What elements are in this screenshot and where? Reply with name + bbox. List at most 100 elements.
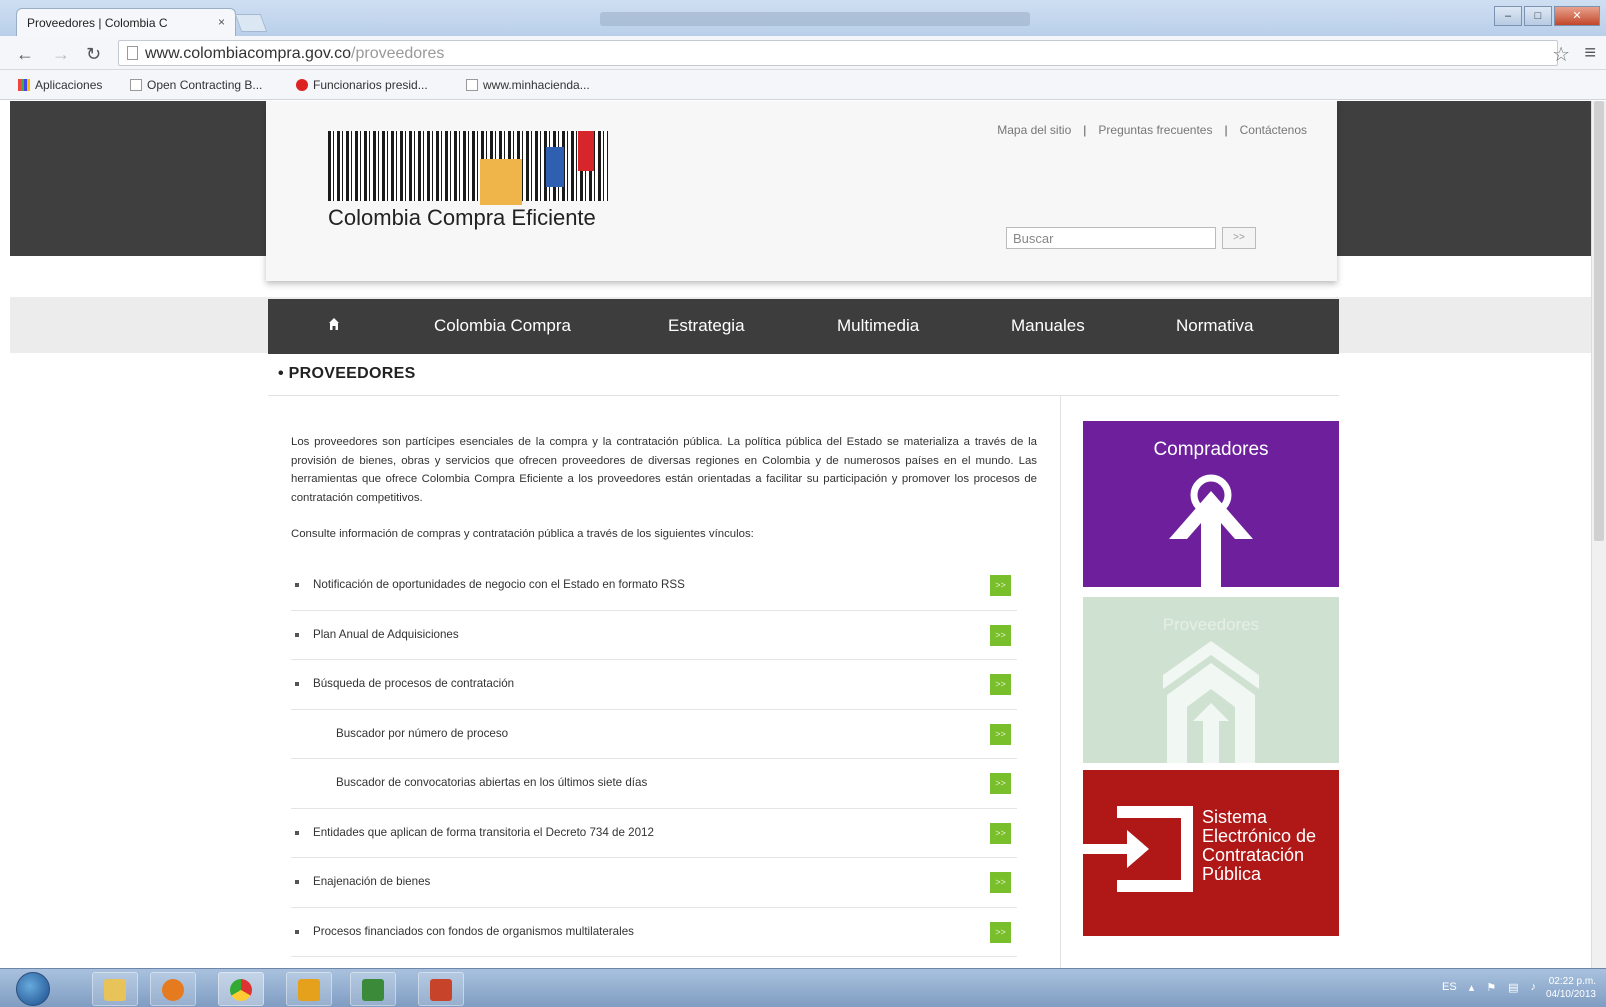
link-faq[interactable]: Preguntas frecuentes [1098,123,1212,137]
page-icon [130,79,142,91]
barcode-graphic [328,131,608,201]
page-title: • PROVEEDORES [278,365,416,382]
supplier-house-icon [1163,641,1259,763]
list-item[interactable]: Notificación de oportunidades de negocio… [291,561,1017,611]
window-controls: – □ ✕ [1494,6,1600,26]
enter-arrow-icon [1083,806,1193,892]
address-bar: ← → ↻ www.colombiacompra.gov.co/proveedo… [0,36,1606,70]
list-item[interactable]: Buscador por número de proceso >> [291,710,1017,759]
link-label[interactable]: Plan Anual de Adquisiciones [313,628,459,641]
bookmark-label: www.minhacienda... [483,78,590,92]
bookmark-funcionarios[interactable]: Funcionarios presid... [296,78,428,92]
link-contact[interactable]: Contáctenos [1240,123,1307,137]
new-tab-button[interactable] [234,14,268,32]
bookmark-label: Funcionarios presid... [313,78,428,92]
link-label[interactable]: Buscador por número de proceso [336,727,508,740]
buyer-arrow-icon [1169,474,1253,587]
tab-close-icon[interactable]: × [218,15,225,29]
list-item[interactable]: Entidades que aplican de forma transitor… [291,809,1017,858]
url-field[interactable]: www.colombiacompra.gov.co/proveedores [118,40,1558,66]
clock-time: 02:22 p.m. [1548,976,1596,987]
go-arrow-icon[interactable]: >> [990,575,1011,596]
list-item[interactable]: Buscador de convocatorias abiertas en lo… [291,759,1017,809]
link-label[interactable]: Notificación de oportunidades de negocio… [313,578,685,591]
link-label[interactable]: Procesos financiados con fondos de organ… [313,925,634,938]
taskbar-powerpoint[interactable] [418,972,464,1006]
link-label[interactable]: Entidades que aplican de forma transitor… [313,826,654,839]
site-logo[interactable]: Colombia Compra Eficiente [328,131,618,241]
tray-expand-icon[interactable]: ▴ [1469,981,1475,994]
main-nav: Colombia Compra Estrategia Multimedia Ma… [268,299,1339,354]
list-item[interactable]: Procesos financiados con fondos de organ… [291,908,1017,957]
network-icon[interactable]: ▤ [1508,981,1518,994]
nav-normativa[interactable]: Normativa [1176,316,1253,336]
go-arrow-icon[interactable]: >> [990,723,1011,745]
circle-icon [296,79,308,91]
nav-multimedia[interactable]: Multimedia [837,316,919,336]
bookmark-minhacienda[interactable]: www.minhacienda... [466,78,590,92]
search-button[interactable]: >> [1222,227,1256,249]
tile-proveedores[interactable]: Proveedores [1083,597,1339,763]
language-indicator[interactable]: ES [1442,981,1457,994]
start-button[interactable] [16,972,50,1006]
bookmarks-bar: Aplicaciones Open Contracting B... Funci… [0,70,1606,100]
page-icon [127,46,138,60]
volume-icon[interactable]: ♪ [1531,981,1537,994]
flag-icon[interactable]: ⚑ [1486,981,1496,994]
powerpoint-icon [430,979,452,1001]
home-icon[interactable] [328,317,340,331]
go-arrow-icon[interactable]: >> [990,674,1011,695]
clock[interactable]: 02:22 p.m. 04/10/2013 [1546,975,1596,1001]
bookmark-open-contracting[interactable]: Open Contracting B... [130,78,262,92]
list-item[interactable]: Búsqueda de procesos de contratación >> [291,660,1017,710]
divider [268,395,1339,396]
tile-line: Electrónico de [1202,826,1317,846]
nav-estrategia[interactable]: Estrategia [668,316,745,336]
top-links: Mapa del sitio | Preguntas frecuentes | … [997,123,1307,137]
maximize-button[interactable]: □ [1524,6,1552,26]
link-sitemap[interactable]: Mapa del sitio [997,123,1071,137]
browser-menu-icon[interactable]: ≡ [1584,42,1596,65]
bullet-icon [295,830,299,835]
bullet-icon [295,929,299,934]
list-item[interactable]: Enajenación de bienes >> [291,858,1017,908]
taskbar-excel[interactable] [350,972,396,1006]
go-arrow-icon[interactable]: >> [990,773,1011,794]
go-arrow-icon[interactable]: >> [990,624,1011,646]
search-input[interactable]: Buscar [1006,227,1216,249]
logo-text: Colombia Compra Eficiente [328,205,596,230]
link-label[interactable]: Búsqueda de procesos de contratación [313,677,514,690]
nav-manuales[interactable]: Manuales [1011,316,1085,336]
chrome-icon [230,979,252,1001]
bookmark-star-icon[interactable]: ☆ [1552,42,1570,67]
browser-tab[interactable]: Proveedores | Colombia C × [16,8,236,36]
list-item[interactable]: Plan Anual de Adquisiciones >> [291,611,1017,660]
reload-icon[interactable]: ↻ [86,44,101,65]
taskbar: ES ▴ ⚑ ▤ ♪ 02:22 p.m. 04/10/2013 [0,968,1606,1007]
bullet-icon [295,583,299,587]
nav-colombia-compra[interactable]: Colombia Compra [434,316,571,336]
minimize-button[interactable]: – [1494,6,1522,26]
taskbar-explorer[interactable] [92,972,138,1006]
link-label[interactable]: Enajenación de bienes [313,875,430,888]
close-window-button[interactable]: ✕ [1554,6,1600,26]
tile-secop[interactable]: Sistema Electrónico de Contratación Públ… [1083,770,1339,936]
forward-icon[interactable]: → [52,44,70,65]
link-label[interactable]: Buscador de convocatorias abiertas en lo… [336,776,647,789]
taskbar-chrome[interactable] [218,972,264,1006]
go-arrow-icon[interactable]: >> [990,872,1011,893]
bookmark-label: Aplicaciones [35,78,103,92]
bookmark-apps[interactable]: Aplicaciones [18,78,102,92]
taskbar-outlook[interactable] [286,972,332,1006]
go-arrow-icon[interactable]: >> [990,822,1011,844]
go-arrow-icon[interactable]: >> [990,921,1011,943]
tab-title: Proveedores | Colombia C [27,16,168,30]
tile-title: Compradores [1153,439,1269,460]
tile-title: Proveedores [1162,615,1260,634]
back-icon[interactable]: ← [16,44,34,65]
tile-compradores[interactable]: Compradores [1083,421,1339,587]
intro-paragraph: Los proveedores son partícipes esenciale… [291,436,1037,504]
taskbar-media-player[interactable] [150,972,196,1006]
page-scrollbar[interactable] [1591,101,1606,970]
scroll-thumb[interactable] [1594,101,1604,541]
